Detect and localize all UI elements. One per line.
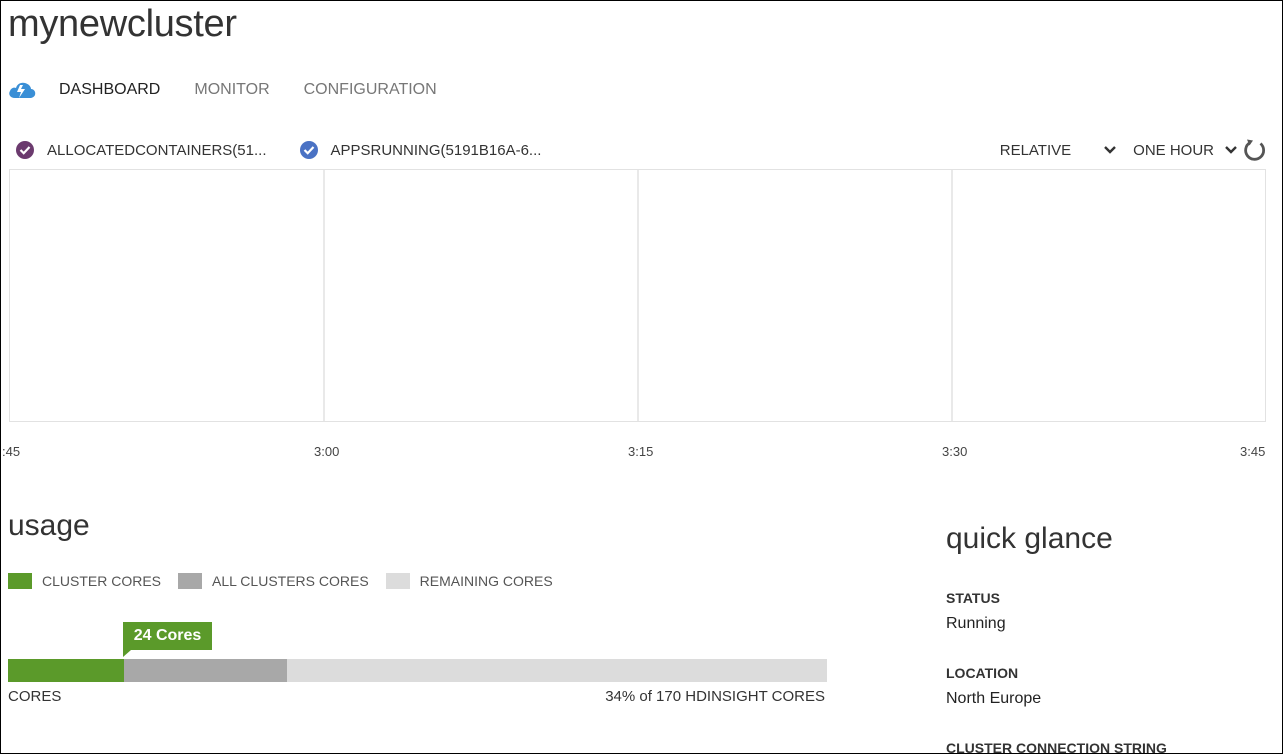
metric-label: ALLOCATEDCONTAINERS(51... — [47, 141, 267, 159]
location-value: North Europe — [946, 690, 1042, 707]
chart-controls: RELATIVE ONE HOUR — [1000, 138, 1268, 162]
legend-label: CLUSTER CORES — [42, 573, 162, 589]
cores-usage-bar — [8, 659, 827, 682]
legend-item-remaining-cores: REMAINING CORES — [385, 573, 553, 589]
tab-configuration[interactable]: CONFIGURATION — [304, 81, 437, 99]
metric-apps-running[interactable]: APPSRUNNING(5191B16A-6... — [299, 140, 542, 160]
legend-item-cluster-cores: CLUSTER CORES — [8, 573, 161, 589]
cores-callout: 24 Cores — [123, 622, 212, 650]
legend-label: REMAINING CORES — [419, 573, 553, 589]
usage-title: usage — [8, 509, 90, 542]
portal-frame: mynewcluster DASHBOARD MONITOR CONFIGURA… — [0, 0, 1283, 754]
tab-bar: DASHBOARD MONITOR CONFIGURATION — [7, 77, 471, 103]
hdinsight-cloud-icon — [9, 82, 36, 98]
cores-label: CORES — [8, 688, 62, 705]
legend-item-all-clusters-cores: ALL CLUSTERS CORES — [178, 573, 369, 589]
checkmark-circle-icon — [299, 141, 318, 159]
metric-selector: ALLOCATEDCONTAINERS(51... APPSRUNNING(51… — [15, 138, 573, 162]
status-label: STATUS — [946, 590, 1000, 606]
legend-label: ALL CLUSTERS CORES — [212, 573, 369, 589]
callout-pointer — [123, 650, 131, 657]
quick-glance-title: quick glance — [946, 522, 1113, 555]
status-value: Running — [946, 615, 1006, 632]
location-label: LOCATION — [946, 665, 1019, 681]
tab-monitor[interactable]: MONITOR — [194, 81, 269, 99]
legend-swatch — [8, 573, 32, 589]
metrics-chart — [9, 169, 1266, 422]
refresh-icon[interactable] — [1242, 137, 1268, 163]
metric-label: APPSRUNNING(5191B16A-6... — [330, 141, 542, 159]
cores-summary: 34% of 170 HDINSIGHT CORES — [605, 688, 825, 705]
x-tick-label: 3:30 — [942, 444, 968, 459]
scale-dropdown[interactable]: RELATIVE — [1000, 142, 1117, 159]
time-range-value: ONE HOUR — [1133, 141, 1214, 159]
legend-swatch — [385, 573, 410, 589]
usage-legend: CLUSTER CORES ALL CLUSTERS CORES REMAINI… — [8, 572, 570, 590]
x-tick-label: 3:45 — [1240, 444, 1266, 459]
checkmark-circle-icon — [16, 141, 34, 159]
x-tick-label: 3:00 — [314, 444, 340, 459]
page-title: mynewcluster — [8, 3, 237, 45]
scale-value: RELATIVE — [999, 141, 1072, 159]
connection-string-label: CLUSTER CONNECTION STRING — [946, 740, 1167, 754]
x-tick-label: :45 — [2, 444, 21, 459]
chevron-down-icon — [1225, 146, 1237, 154]
tab-dashboard[interactable]: DASHBOARD — [59, 81, 160, 99]
x-tick-label: 3:15 — [628, 444, 654, 459]
chevron-down-icon — [1104, 146, 1117, 154]
time-range-dropdown[interactable]: ONE HOUR — [1133, 142, 1238, 159]
metric-allocated-containers[interactable]: ALLOCATEDCONTAINERS(51... — [15, 140, 267, 160]
cluster-cores-segment — [8, 659, 124, 682]
legend-swatch — [178, 573, 203, 589]
